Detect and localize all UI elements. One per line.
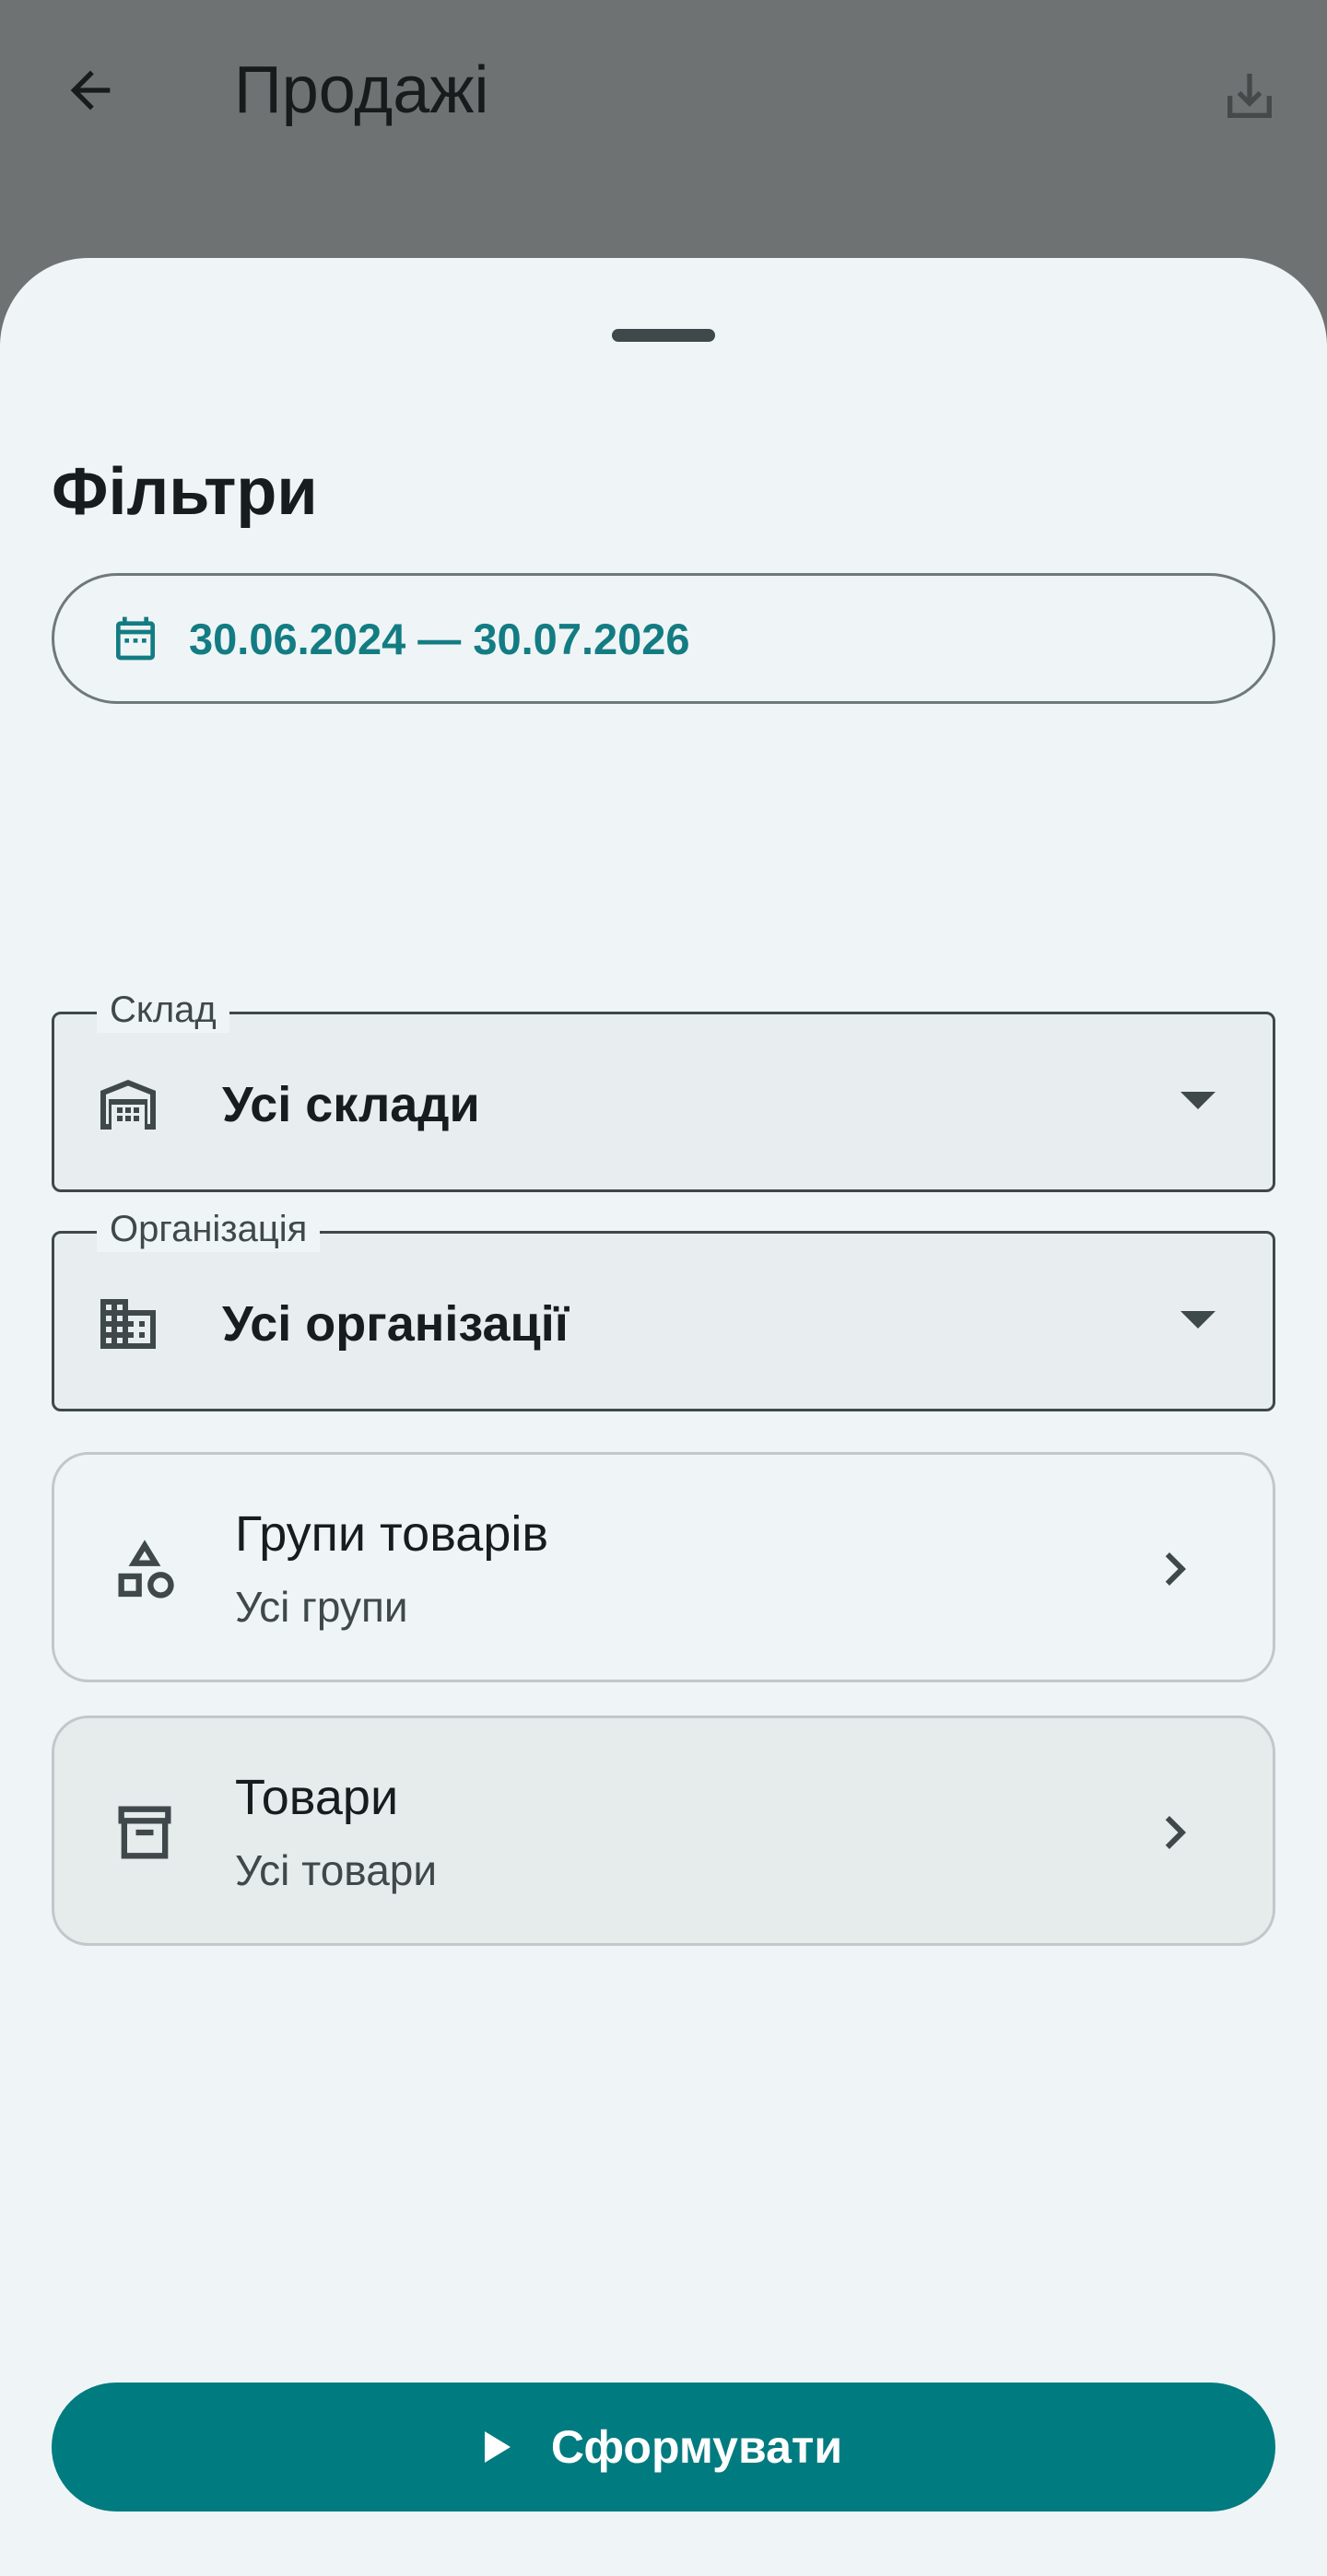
download-button[interactable] xyxy=(1198,44,1301,147)
date-range-value: 30.06.2024 — 30.07.2026 xyxy=(189,615,690,663)
product-groups-card[interactable]: Групи товарів Усі групи xyxy=(52,1452,1275,1682)
top-app-bar: Продажі xyxy=(0,0,1327,258)
products-subtitle: Усі товари xyxy=(235,1846,438,1894)
filters-bottom-sheet: Фільтри 30.06.2024 — 30.07.2026 Склад Ус… xyxy=(0,258,1327,2576)
product-groups-title: Групи товарів xyxy=(235,1506,549,1562)
sheet-title: Фільтри xyxy=(52,455,318,529)
organization-label: Організація xyxy=(97,1206,321,1252)
arrow-back-icon xyxy=(70,70,111,111)
products-title: Товари xyxy=(235,1770,399,1825)
building-icon xyxy=(100,1299,156,1349)
organization-dropdown[interactable]: Організація Усі організації xyxy=(52,1206,1275,1411)
dropdown-arrow-icon xyxy=(1180,1311,1215,1329)
generate-button[interactable]: Сформувати xyxy=(52,2383,1275,2512)
calendar-icon xyxy=(116,616,155,661)
download-icon xyxy=(1227,74,1272,118)
drag-handle[interactable] xyxy=(612,329,715,342)
dropdown-arrow-icon xyxy=(1180,1092,1215,1109)
category-shapes-icon xyxy=(118,1540,174,1598)
back-button[interactable] xyxy=(39,39,142,142)
warehouse-value: Усі склади xyxy=(222,1077,480,1132)
product-groups-subtitle: Усі групи xyxy=(235,1583,408,1631)
warehouse-icon xyxy=(100,1080,156,1130)
generate-button-label: Сформувати xyxy=(550,2421,843,2473)
chevron-right-icon xyxy=(1165,1552,1186,1586)
warehouse-label: Склад xyxy=(97,987,229,1033)
chevron-right-icon xyxy=(1165,1816,1186,1849)
play-icon xyxy=(484,2431,511,2463)
page-title: Продажі xyxy=(234,53,489,127)
warehouse-dropdown[interactable]: Склад Усі склади xyxy=(52,987,1275,1192)
organization-value: Усі організації xyxy=(222,1296,569,1352)
products-card[interactable]: Товари Усі товари xyxy=(52,1715,1275,1946)
date-range-picker[interactable]: 30.06.2024 — 30.07.2026 xyxy=(52,573,1275,704)
archive-box-icon xyxy=(118,1806,171,1859)
